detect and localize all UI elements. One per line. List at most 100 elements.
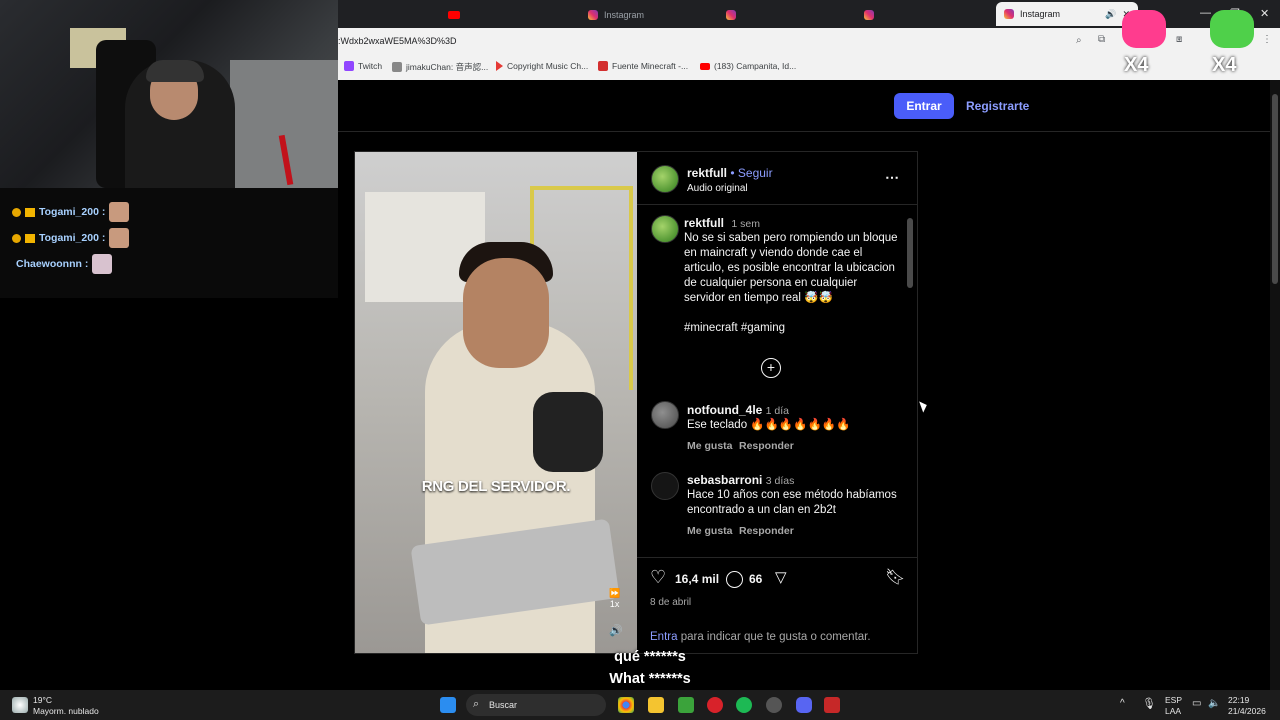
tab-label: Instagram (1020, 9, 1061, 19)
comment-username[interactable]: notfound_4le (687, 403, 762, 417)
comments-scrollbar[interactable] (907, 208, 913, 553)
extensions-icon[interactable]: ⧆ (1176, 34, 1182, 45)
emote-icon (109, 228, 130, 248)
commenter-avatar[interactable] (651, 401, 679, 429)
weather-cloud-icon[interactable] (12, 697, 28, 713)
tab-audio-icon[interactable]: 🔊 (1105, 9, 1116, 20)
bookmark-campanita[interactable]: (183) Campanita, Id... (700, 61, 796, 71)
language-layout[interactable]: LAA (1165, 706, 1181, 716)
stream-chat: Togami_200 : Togami_200 : Chaewoonnn : (0, 188, 338, 298)
instagram-icon (588, 10, 598, 20)
sticker-label: X4 (1212, 54, 1237, 76)
instagram-icon (864, 10, 874, 20)
taskbar-search[interactable]: ⌕ Buscar (466, 694, 606, 716)
comment-reply-button[interactable]: Responder (739, 440, 794, 452)
obs-icon[interactable] (766, 697, 782, 713)
chat-username: Togami_200 : (39, 232, 106, 244)
search-placeholder: Buscar (489, 700, 518, 710)
speed-label: 1x (609, 599, 620, 609)
start-windows-icon[interactable] (440, 697, 456, 713)
commenter-avatar[interactable] (651, 472, 679, 500)
bookmark-twitch[interactable]: Twitch (344, 61, 382, 71)
comment-count: 66 (749, 572, 763, 586)
network-icon[interactable]: ▭ (1192, 698, 1201, 709)
comment-time: 3 días (765, 475, 795, 487)
opera-icon[interactable] (707, 697, 723, 713)
cast-icon[interactable]: ⧉ (1098, 34, 1105, 45)
load-more-icon[interactable]: + (761, 358, 781, 378)
tray-chevron-icon[interactable]: ^ (1120, 698, 1125, 709)
caption-header: rektfull 1 sem (684, 216, 760, 230)
comment-reply-button[interactable]: Responder (739, 525, 794, 537)
bookmark-jimakuchan[interactable]: jimakuChan: 音声認... (392, 61, 488, 73)
reel-video[interactable]: RNG DEL SERVIDOR. ⏩ 1x 🔊 (355, 152, 637, 653)
tab-instagram[interactable] (726, 4, 736, 26)
url-text[interactable]: :Wdxb2wxaWE5MA%3D%3D (338, 36, 457, 46)
folder-icon[interactable] (648, 697, 664, 713)
caption-time: 1 sem (731, 218, 760, 230)
badge-icon (12, 207, 21, 217)
author-username[interactable]: rektfull (687, 166, 727, 180)
comment-like-button[interactable]: Me gusta (687, 525, 733, 537)
sticker-label: X4 (1124, 54, 1149, 76)
app-icon[interactable] (824, 697, 840, 713)
tab-youtube[interactable] (448, 4, 460, 26)
header-divider (637, 204, 917, 205)
tab-label: Instagram (604, 10, 645, 20)
instagram-icon (1004, 9, 1014, 19)
audio-link[interactable]: Audio original (687, 181, 748, 196)
sticker-overlay: X4 (1116, 4, 1172, 78)
login-button[interactable]: Entrar (894, 93, 954, 119)
bookmark-label: Fuente Minecraft -... (612, 61, 689, 71)
menu-icon[interactable]: ⋮ (1262, 34, 1272, 45)
comment-username[interactable]: sebasbarroni (687, 473, 762, 487)
hashtags[interactable]: #minecraft #gaming (684, 321, 785, 336)
comment-icon[interactable] (726, 571, 743, 588)
bookmark-icon[interactable]: 🔖︎ (885, 567, 905, 587)
streamer-cap (146, 60, 204, 82)
ellipsis-icon[interactable]: ⋯ (885, 170, 899, 185)
bookmark-fuente-minecraft[interactable]: Fuente Minecraft -... (598, 61, 688, 71)
pink-blob-icon (1122, 10, 1166, 48)
caption-username[interactable]: rektfull (684, 216, 724, 230)
comment-like-button[interactable]: Me gusta (687, 440, 733, 452)
bookmark-label: Copyright Music Ch... (507, 61, 589, 71)
discord-icon[interactable] (796, 697, 812, 713)
tab-instagram[interactable]: Instagram (588, 4, 644, 26)
minecraft-icon[interactable] (678, 697, 694, 713)
zoom-icon[interactable]: ⌕ (1076, 35, 1082, 46)
speed-badge[interactable]: ⏩ 1x (609, 588, 620, 609)
microphone-icon[interactable]: 🎙 (1142, 697, 1156, 710)
jimaku-icon (392, 62, 402, 72)
follow-button[interactable]: Seguir (738, 166, 773, 180)
spotify-icon[interactable] (736, 697, 752, 713)
author-avatar[interactable] (651, 165, 679, 193)
language-code[interactable]: ESP (1165, 695, 1182, 705)
clock-time[interactable]: 22:19 (1228, 695, 1249, 705)
person-face (463, 258, 549, 368)
clock-date[interactable]: 21/4/2026 (1228, 706, 1266, 716)
author-avatar[interactable] (651, 215, 679, 243)
subtitle-line-spanish: qué ******s (614, 649, 686, 665)
heart-icon[interactable]: ♡ (650, 567, 666, 588)
login-prompt-link[interactable]: Entra (650, 631, 678, 643)
bookmark-copyright-music[interactable]: Copyright Music Ch... (496, 61, 588, 71)
tab-instagram[interactable] (864, 4, 874, 26)
share-icon[interactable]: ▽ (775, 568, 787, 586)
page-scrollbar[interactable] (1270, 80, 1280, 690)
scrollbar-thumb[interactable] (907, 218, 913, 288)
scrollbar-thumb[interactable] (1272, 94, 1278, 284)
chrome-icon[interactable] (618, 697, 634, 713)
login-prompt-text: para indicar que te gusta o comentar. (677, 631, 871, 643)
stream-subtitles: qué ******s What ******s (560, 646, 740, 690)
comment-text: Hace 10 años con ese método habíamos enc… (687, 489, 897, 516)
chat-message: Togami_200 : (12, 228, 130, 248)
chat-message: Chaewoonnn : (16, 254, 113, 274)
post-card: RNG DEL SERVIDOR. ⏩ 1x 🔊 rektfull • Segui… (354, 151, 918, 654)
top-nav: Entrar Registrarte (338, 80, 1270, 132)
volume-icon[interactable]: 🔊 (609, 624, 623, 637)
register-link[interactable]: Registrarte (966, 99, 1029, 113)
speaker-icon[interactable]: 🔈 (1208, 698, 1220, 709)
close-window-icon[interactable]: ✕ (1260, 7, 1269, 20)
fast-forward-icon: ⏩ (609, 588, 621, 598)
